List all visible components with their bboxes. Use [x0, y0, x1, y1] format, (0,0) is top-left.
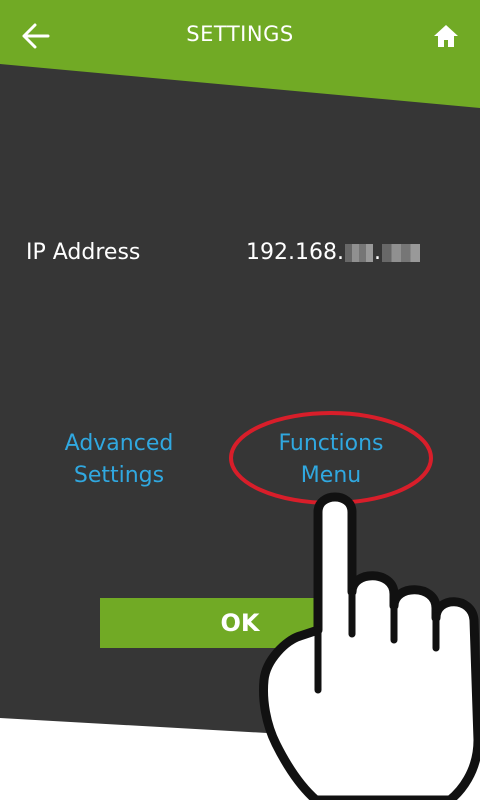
functions-menu-line2: Menu — [300, 463, 362, 488]
header-bar: SETTINGS — [0, 0, 480, 72]
advanced-settings-line1: Advanced — [64, 431, 174, 456]
ip-address-visible-part: 192.168. — [246, 240, 344, 265]
ip-address-label: IP Address — [26, 240, 141, 265]
page-title: SETTINGS — [186, 22, 294, 46]
home-button[interactable] — [426, 16, 466, 56]
advanced-settings-link[interactable]: Advanced Settings — [44, 428, 194, 492]
ip-address-dot: . — [373, 240, 381, 265]
home-icon — [434, 25, 458, 47]
functions-menu-line1: Functions — [278, 431, 384, 456]
pixelated-octet — [344, 243, 373, 262]
ip-address-value: 192.168. . — [246, 240, 421, 265]
settings-screen: SETTINGS IP Address 192.168. . Advanced … — [0, 0, 480, 800]
functions-menu-link[interactable]: Functions Menu — [256, 428, 406, 492]
background-shapes — [0, 0, 480, 745]
advanced-settings-line2: Settings — [73, 463, 165, 488]
ok-button[interactable]: OK — [100, 598, 380, 648]
pixelated-octet — [381, 243, 420, 262]
